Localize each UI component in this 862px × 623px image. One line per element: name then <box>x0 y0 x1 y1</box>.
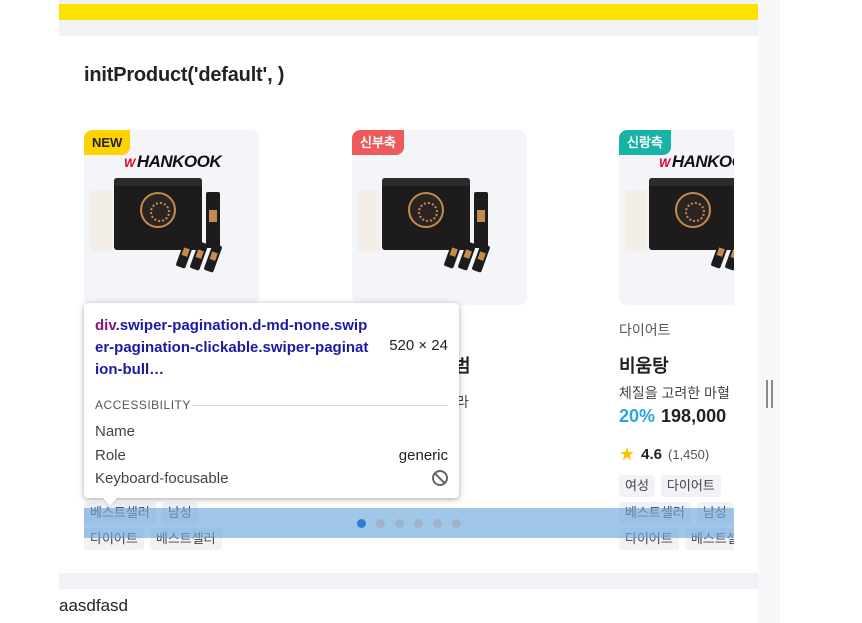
product-rating: ★ 4.6 (1,450) <box>619 444 709 465</box>
tag-row: 여성 다이어트 <box>619 475 721 497</box>
pagination-bullet[interactable] <box>452 518 461 528</box>
product-box-side <box>625 190 647 252</box>
discount-rate: 20% <box>619 406 656 426</box>
rating-score: 4.6 <box>641 446 662 463</box>
devtools-inspect-tooltip: div.swiper-pagination.d-md-none.swiper-p… <box>84 303 459 498</box>
badge-new: NEW <box>84 130 131 155</box>
role-label: Role <box>95 447 126 464</box>
next-section: aasdfasd <box>59 589 758 623</box>
product-sticks-image <box>443 239 504 273</box>
product-category: 다이어트 <box>619 322 671 338</box>
accessibility-focusable-row: Keyboard-focusable <box>95 470 448 487</box>
tag[interactable]: 다이어트 <box>660 475 721 497</box>
accessibility-name-row: Name <box>95 423 448 440</box>
focusable-label: Keyboard-focusable <box>95 470 229 487</box>
role-value: generic <box>398 447 448 464</box>
product-thumbnail[interactable]: W HANKOOK NEW <box>84 130 259 305</box>
pagination-bullet[interactable] <box>357 518 366 528</box>
pagination-bullet[interactable] <box>414 518 423 528</box>
pagination-bullet[interactable] <box>433 518 442 528</box>
product-box-side <box>90 190 112 252</box>
review-count: (1,450) <box>668 447 710 462</box>
panel-resize-handle[interactable] <box>766 380 773 408</box>
product-box-side <box>358 190 380 252</box>
accessibility-heading: ACCESSIBILITY <box>95 398 191 412</box>
star-icon: ★ <box>619 444 636 464</box>
pagination-bullet[interactable] <box>376 518 385 528</box>
body-text: aasdfasd <box>59 596 128 615</box>
element-size: 520 × 24 <box>389 337 448 354</box>
browser-viewport: initProduct('default', ) W HANKOOK NEW 다… <box>0 0 862 623</box>
accessibility-role-row: Role generic <box>95 447 448 464</box>
hankook-logo: WHANKOOK <box>659 152 734 171</box>
badge-bride: 신부축 <box>352 130 404 155</box>
product-thumbnail[interactable]: 신부축 <box>352 130 527 305</box>
product-price: 20% 198,000 <box>619 406 726 427</box>
product-description: 체질을 고려한 마혈 <box>619 385 730 401</box>
section-title: initProduct('default', ) <box>84 64 285 86</box>
not-allowed-icon <box>432 470 448 486</box>
product-name[interactable]: 비움탕 <box>619 352 669 378</box>
tooltip-arrow <box>102 497 118 506</box>
product-card[interactable]: WHANKOOK 신랑측 다이어트 비움탕 체질을 고려한 마혈 20%198,… <box>619 130 734 560</box>
section-gap <box>59 20 758 36</box>
name-label: Name <box>95 423 136 440</box>
devtools-panel-edge <box>780 0 862 623</box>
product-sticks-image <box>175 239 236 273</box>
section-gap <box>59 573 758 589</box>
page-left-gutter <box>0 0 59 623</box>
divider <box>192 405 448 406</box>
yellow-banner-bar <box>59 4 758 20</box>
product-sticks-image <box>710 239 734 271</box>
price-amount: 198,000 <box>661 406 727 426</box>
tag[interactable]: 여성 <box>619 475 655 497</box>
swiper-pagination-highlight <box>84 508 734 538</box>
pagination-bullet[interactable] <box>395 518 404 528</box>
hankook-logo: WHANKOOK <box>124 152 222 171</box>
badge-groom: 신랑측 <box>619 130 671 155</box>
product-thumbnail[interactable]: WHANKOOK 신랑측 <box>619 130 734 305</box>
element-selector: div.swiper-pagination.d-md-none.swiper-p… <box>95 317 369 378</box>
